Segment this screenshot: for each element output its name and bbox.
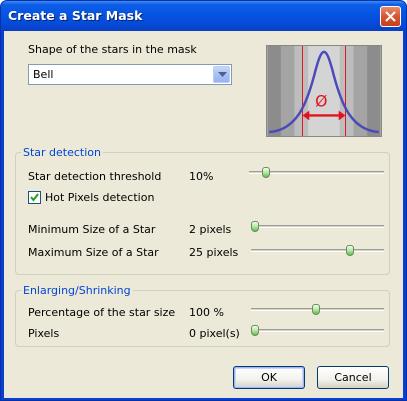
star-detection-title: Star detection: [21, 146, 104, 159]
dialog-body: Shape of the stars in the mask Bell Ø St…: [4, 31, 403, 398]
hot-pixels-checkbox[interactable]: [28, 191, 41, 204]
pixels-slider[interactable]: [251, 323, 384, 339]
title-bar[interactable]: Create a Star Mask: [1, 1, 406, 31]
star-shape-preview: Ø: [266, 45, 382, 137]
min-size-label: Minimum Size of a Star: [28, 223, 156, 236]
dropdown-button[interactable]: [213, 66, 230, 83]
slider-thumb[interactable]: [251, 221, 259, 232]
max-size-value: 25 pixels: [189, 246, 239, 259]
close-icon: [385, 11, 396, 22]
threshold-value: 10%: [189, 170, 214, 183]
threshold-label: Star detection threshold: [28, 170, 162, 183]
shape-selected-value: Bell: [33, 68, 54, 81]
slider-track: [251, 225, 384, 228]
dialog-window: Create a Star Mask Shape of the stars in…: [0, 0, 407, 401]
slider-thumb[interactable]: [312, 304, 321, 315]
slider-thumb[interactable]: [346, 245, 354, 256]
percentage-value: 100 %: [189, 306, 224, 319]
slider-track: [251, 329, 384, 332]
ok-button[interactable]: OK: [233, 366, 305, 389]
min-size-slider[interactable]: [251, 219, 384, 235]
diameter-symbol: Ø: [315, 92, 327, 111]
enlarging-shrinking-title: Enlarging/Shrinking: [21, 284, 133, 297]
slider-track: [251, 249, 384, 252]
max-size-label: Maximum Size of a Star: [28, 246, 159, 259]
max-size-slider[interactable]: [251, 243, 384, 259]
pixels-label: Pixels: [28, 327, 60, 340]
pixels-value: 0 pixel(s): [189, 327, 240, 340]
checkmark-icon: [30, 193, 39, 202]
min-size-value: 2 pixels: [189, 223, 232, 236]
percentage-label: Percentage of the star size: [28, 306, 176, 319]
cancel-button[interactable]: Cancel: [317, 366, 389, 389]
chevron-down-icon: [218, 72, 227, 77]
threshold-slider[interactable]: [249, 165, 384, 181]
shape-label: Shape of the stars in the mask: [28, 43, 197, 56]
percentage-slider[interactable]: [251, 302, 384, 318]
hot-pixels-label[interactable]: Hot Pixels detection: [45, 191, 154, 204]
slider-thumb[interactable]: [251, 325, 259, 336]
window-title: Create a Star Mask: [8, 8, 143, 23]
slider-thumb[interactable]: [261, 167, 270, 178]
shape-dropdown[interactable]: Bell: [28, 64, 232, 85]
close-button[interactable]: [380, 6, 401, 27]
